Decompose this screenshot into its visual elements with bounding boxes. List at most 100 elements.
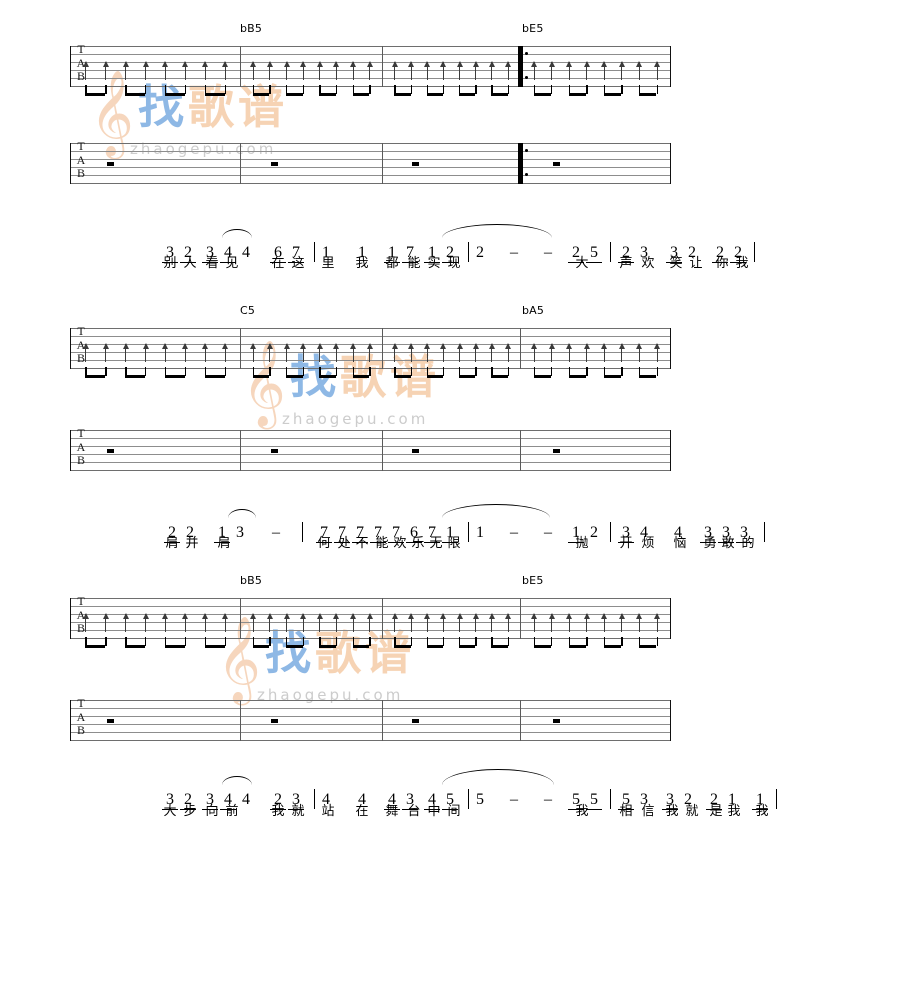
beam-stem bbox=[442, 85, 445, 94]
lyric-char: 我 bbox=[755, 804, 769, 819]
beam-stem bbox=[394, 367, 396, 376]
strum-arrow-up bbox=[366, 61, 373, 80]
beam-stem bbox=[269, 637, 271, 646]
barline bbox=[520, 598, 521, 639]
strum-arrow-up bbox=[162, 343, 169, 362]
lyric-char: 是 bbox=[709, 804, 723, 819]
watermark-url: zhaogepu.com bbox=[282, 410, 429, 428]
beam-stem bbox=[459, 637, 461, 646]
barline bbox=[382, 430, 383, 471]
slur-arc bbox=[222, 776, 252, 785]
beam-stem bbox=[302, 637, 305, 646]
beam bbox=[252, 645, 270, 648]
beam-stem bbox=[475, 637, 477, 646]
beam-stem bbox=[551, 367, 553, 376]
lyric-char: 处 bbox=[337, 536, 351, 551]
beam-stem bbox=[656, 85, 658, 94]
lyric-char: 信 bbox=[641, 804, 655, 819]
strum-arrow-up bbox=[222, 343, 229, 362]
strum-arrow-up bbox=[488, 613, 495, 632]
staff-line bbox=[70, 143, 670, 144]
strum-arrow-up bbox=[488, 343, 495, 362]
beam bbox=[319, 375, 336, 378]
beam-stem bbox=[551, 637, 553, 646]
barline bbox=[70, 700, 71, 741]
beam bbox=[85, 645, 106, 648]
barline bbox=[670, 143, 671, 184]
beam bbox=[252, 375, 270, 378]
beam-stem bbox=[656, 637, 658, 646]
lyric-char: 间 bbox=[447, 804, 461, 819]
beam bbox=[125, 375, 146, 378]
strum-arrow-up bbox=[300, 613, 307, 632]
strum-arrow-up bbox=[618, 343, 625, 362]
staff-line bbox=[70, 470, 670, 471]
lyric-char: 相 bbox=[619, 804, 633, 819]
strum-arrow-up bbox=[300, 61, 307, 80]
strum-arrow-up bbox=[333, 61, 340, 80]
beam bbox=[426, 645, 443, 648]
beam-stem bbox=[491, 85, 493, 94]
strum-arrow-up bbox=[408, 343, 415, 362]
beam-stem bbox=[184, 85, 187, 94]
beam bbox=[459, 375, 476, 378]
beam-stem bbox=[335, 367, 338, 376]
chord-label: bE5 bbox=[522, 22, 544, 35]
beam-stem bbox=[410, 637, 412, 646]
strum-arrow-up bbox=[391, 343, 398, 362]
strum-arrow-up bbox=[142, 613, 149, 632]
lyric-char: 在 bbox=[355, 804, 369, 819]
beam-stem bbox=[252, 85, 255, 94]
strum-arrow-up bbox=[283, 61, 290, 80]
beam-stem bbox=[491, 637, 493, 646]
strum-arrow-up bbox=[122, 61, 129, 80]
whole-rest bbox=[553, 162, 560, 166]
beam-stem bbox=[638, 367, 641, 376]
barline bbox=[382, 598, 383, 639]
strum-arrow-up bbox=[266, 61, 273, 80]
beam bbox=[164, 375, 185, 378]
lyric-char: 能 bbox=[375, 536, 389, 551]
barline bbox=[382, 328, 383, 369]
strum-arrow-up bbox=[472, 343, 479, 362]
watermark-text: 找歌谱 bbox=[138, 80, 284, 134]
strum-arrow-up bbox=[283, 613, 290, 632]
lyric-char: 就 bbox=[291, 804, 305, 819]
strum-arrow-up bbox=[408, 613, 415, 632]
lyric-char: 见 bbox=[225, 256, 239, 271]
strum-arrow-up bbox=[222, 61, 229, 80]
beam-stem bbox=[302, 85, 305, 94]
strum-arrow-up bbox=[424, 613, 431, 632]
tab-clef-letters: TAB bbox=[76, 139, 86, 180]
chord-label: C5 bbox=[240, 304, 256, 317]
strum-arrow-up bbox=[122, 343, 129, 362]
lyric-char: 欢 bbox=[641, 256, 655, 271]
beam-stem bbox=[586, 367, 588, 376]
barline bbox=[240, 143, 241, 184]
beam-stem bbox=[603, 367, 606, 376]
beam bbox=[533, 645, 552, 648]
beam-stem bbox=[426, 367, 429, 376]
strum-arrow-up bbox=[456, 613, 463, 632]
strum-arrow-up bbox=[102, 613, 109, 632]
beam-stem bbox=[638, 85, 641, 94]
beam bbox=[319, 93, 336, 96]
beam-stem bbox=[224, 367, 227, 376]
beam-stem bbox=[85, 367, 87, 376]
beam bbox=[164, 645, 185, 648]
tab-staff-lower: TAB bbox=[70, 426, 671, 474]
strum-arrow-up bbox=[456, 343, 463, 362]
lyric-char: 我 bbox=[355, 256, 369, 271]
beam-stem bbox=[621, 637, 623, 646]
repeat-dot bbox=[525, 149, 528, 152]
whole-rest bbox=[412, 449, 420, 453]
strum-arrow-up bbox=[618, 61, 625, 80]
strum-arrow-up bbox=[122, 613, 129, 632]
strum-arrow-up bbox=[488, 61, 495, 80]
staff-line bbox=[70, 159, 670, 160]
staff-line bbox=[70, 336, 670, 337]
beam bbox=[352, 645, 370, 648]
lyric-char: 我 bbox=[727, 804, 741, 819]
lyrics-row: 肩并肩何处不能欢乐无限抛开烦恼勇敢的 bbox=[70, 532, 754, 554]
beam-stem bbox=[105, 85, 107, 94]
